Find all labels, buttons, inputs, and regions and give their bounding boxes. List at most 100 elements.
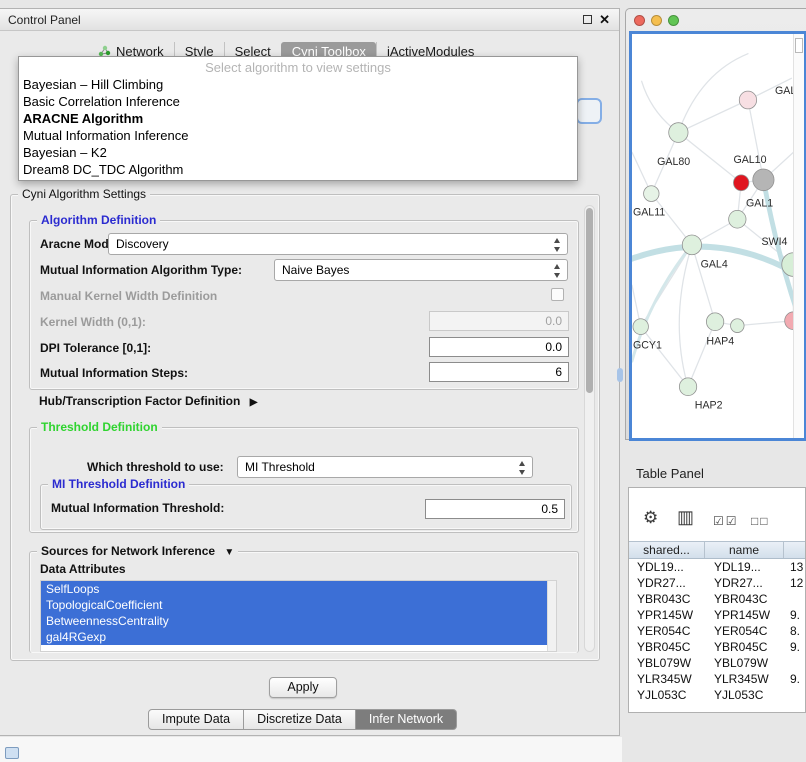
algorithm-option[interactable]: Mutual Information Inference: [19, 127, 577, 144]
which-threshold-select[interactable]: MI Threshold: [237, 456, 533, 478]
settings-scrollbar-track[interactable]: [584, 205, 595, 652]
algorithm-option[interactable]: Bayesian – Hill Climbing: [19, 76, 577, 93]
network-edge[interactable]: [679, 245, 692, 387]
minimized-panel-icon[interactable]: [5, 747, 19, 759]
table-cell: YBR043C: [629, 591, 705, 607]
network-scrollbar-thumb[interactable]: [795, 38, 803, 53]
network-node[interactable]: [733, 175, 748, 191]
zoom-window-button[interactable]: [668, 15, 679, 26]
threshold-definition-group: Threshold Definition Which threshold to …: [29, 427, 579, 533]
network-node[interactable]: [679, 378, 696, 396]
table-cell: 8.: [784, 623, 805, 639]
algorithm-option[interactable]: ARACNE Algorithm: [19, 110, 577, 127]
tab-impute-data[interactable]: Impute Data: [148, 709, 244, 730]
manual-kernel-width-checkbox[interactable]: [551, 288, 564, 301]
algorithm-definition-group: Algorithm Definition Aracne Mode: Discov…: [29, 220, 579, 390]
column-header[interactable]: name: [705, 542, 784, 558]
algorithm-option[interactable]: Bayesian – K2: [19, 144, 577, 161]
panel-title: Control Panel: [8, 13, 81, 27]
table-row[interactable]: YER054C YER054C 8.: [629, 623, 805, 639]
panel-splitter-handle[interactable]: [617, 368, 623, 382]
window-controls: [634, 15, 679, 26]
network-canvas[interactable]: GAL80GAL10GAL1GAL11SWI4GAL4GCY1HAP4HAP2G…: [629, 31, 806, 441]
mi-steps-field[interactable]: 6: [429, 362, 569, 382]
data-attribute-item[interactable]: BetweennessCentrality: [41, 613, 556, 629]
table-row[interactable]: YPR145W YPR145W 9.: [629, 607, 805, 623]
group-legend: Cyni Algorithm Settings: [18, 187, 150, 201]
table-cell: YLR345W: [629, 671, 705, 687]
network-node[interactable]: [633, 319, 648, 335]
column-header[interactable]: [784, 542, 805, 558]
network-node-label: GCY1: [633, 339, 662, 351]
network-node-label: HAP2: [695, 399, 723, 411]
algorithm-combobox-focus-fragment[interactable]: [576, 98, 602, 124]
network-node[interactable]: [706, 313, 723, 331]
mi-algorithm-type-select[interactable]: Naive Bayes: [274, 259, 568, 281]
table-cell: [784, 687, 805, 703]
network-edge[interactable]: [678, 100, 748, 133]
network-node[interactable]: [682, 235, 701, 255]
data-attribute-item[interactable]: TopologicalCoefficient: [41, 597, 556, 613]
select-all-checkboxes-icon[interactable]: ☑☑: [713, 512, 739, 530]
float-window-icon[interactable]: [583, 15, 592, 24]
mi-threshold-field[interactable]: 0.5: [425, 499, 565, 519]
table-body: YDL19... YDL19... 13 YDR27... YDR27... 1…: [629, 559, 805, 703]
tab-label: Discretize Data: [257, 712, 342, 726]
control-panel: Control Panel ✕ Network Style Select Cyn…: [0, 8, 620, 736]
dpi-tolerance-label: DPI Tolerance [0,1]:: [40, 341, 151, 355]
network-node[interactable]: [669, 123, 688, 143]
table-row[interactable]: YJL053C YJL053C: [629, 687, 805, 703]
network-edge[interactable]: [678, 54, 748, 133]
tab-discretize-data[interactable]: Discretize Data: [244, 709, 356, 730]
minimize-window-button[interactable]: [651, 15, 662, 26]
apply-button[interactable]: Apply: [269, 677, 337, 698]
table-row[interactable]: YDL19... YDL19... 13: [629, 559, 805, 575]
table-cell: 9.: [784, 639, 805, 655]
algorithm-option-list: Bayesian – Hill Climbing Basic Correlati…: [19, 76, 577, 178]
table-cell: YJL053C: [705, 687, 784, 703]
table-cell: YBL079W: [629, 655, 705, 671]
table-cell: [784, 591, 805, 607]
table-row[interactable]: YBR043C YBR043C: [629, 591, 805, 607]
network-edge[interactable]: [688, 322, 715, 387]
data-attribute-item[interactable]: gal4RGexp: [41, 629, 556, 645]
table-cell: YBR045C: [629, 639, 705, 655]
which-threshold-label: Which threshold to use:: [87, 460, 224, 474]
columns-icon[interactable]: ▥: [677, 508, 694, 526]
table-cell: YBR043C: [705, 591, 784, 607]
kernel-width-field: 0.0: [429, 311, 569, 331]
network-node[interactable]: [753, 169, 774, 191]
aracne-mode-select[interactable]: Discovery: [108, 233, 568, 255]
settings-scrollbar-thumb[interactable]: [586, 208, 593, 393]
network-node[interactable]: [739, 91, 756, 109]
list-scrollbar[interactable]: [547, 581, 556, 651]
algorithm-option[interactable]: Dream8 DC_TDC Algorithm: [19, 161, 577, 178]
table-row[interactable]: YBR045C YBR045C 9.: [629, 639, 805, 655]
table-cell: 13: [784, 559, 805, 575]
sources-expander[interactable]: Sources for Network Inference ▼: [37, 544, 238, 558]
network-edge[interactable]: [748, 100, 763, 180]
network-node[interactable]: [644, 186, 659, 202]
network-node[interactable]: [729, 210, 746, 228]
close-window-button[interactable]: [634, 15, 645, 26]
close-icon[interactable]: ✕: [599, 12, 610, 28]
data-attribute-item[interactable]: SelfLoops: [41, 581, 556, 597]
table-row[interactable]: YLR345W YLR345W 9.: [629, 671, 805, 687]
table-row[interactable]: YBL079W YBL079W: [629, 655, 805, 671]
gear-icon[interactable]: ⚙: [643, 509, 658, 527]
table-cell: YDR27...: [705, 575, 784, 591]
network-node-label: HAP4: [706, 335, 734, 347]
network-scrollbar[interactable]: [793, 34, 804, 438]
network-node[interactable]: [731, 319, 745, 333]
network-node-label: GAL4: [701, 258, 728, 270]
network-edge[interactable]: [692, 245, 715, 322]
hub-tf-definition-expander[interactable]: Hub/Transcription Factor Definition ▶: [39, 394, 257, 408]
table-row[interactable]: YDR27... YDR27... 12: [629, 575, 805, 591]
dpi-tolerance-field[interactable]: 0.0: [429, 337, 569, 357]
deselect-checkboxes-icon[interactable]: □□: [751, 512, 770, 530]
column-header[interactable]: shared...: [629, 542, 705, 558]
tab-infer-network[interactable]: Infer Network: [356, 709, 457, 730]
table-cell: YER054C: [705, 623, 784, 639]
combo-value: MI Threshold: [245, 460, 315, 474]
algorithm-option[interactable]: Basic Correlation Inference: [19, 93, 577, 110]
